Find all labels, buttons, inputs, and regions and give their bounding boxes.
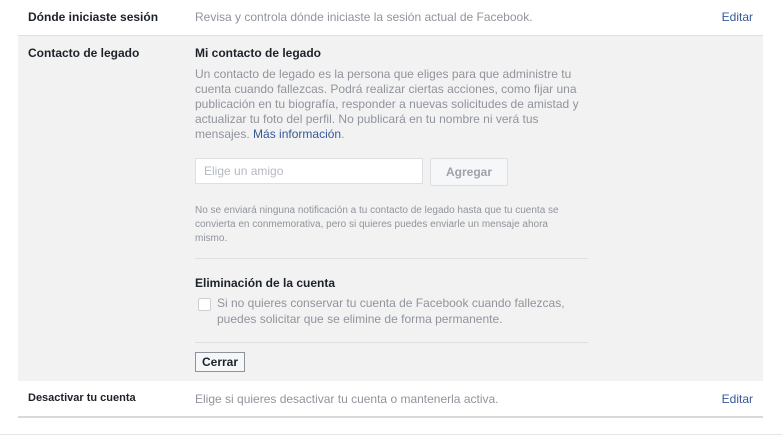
delete-after-death-label: Si no quieres conservar tu cuenta de Fac… bbox=[217, 295, 587, 327]
legacy-notice-line: mismo. bbox=[195, 233, 228, 244]
sessions-edit-link[interactable]: Editar bbox=[722, 10, 753, 24]
sessions-row-description: Revisa y controla dónde iniciaste la ses… bbox=[195, 10, 533, 24]
legacy-contact-description: Un contacto de legado es la persona que … bbox=[195, 67, 595, 142]
legacy-section-label: Contacto de legado bbox=[28, 46, 140, 60]
checkbox-label-line: Si no quieres conservar tu cuenta de Fac… bbox=[217, 296, 565, 310]
legacy-notice-line: No se enviará ninguna notificación a tu … bbox=[195, 205, 559, 216]
legacy-contact-title: Mi contacto de legado bbox=[195, 46, 322, 60]
close-button[interactable]: Cerrar bbox=[195, 352, 246, 372]
section-divider bbox=[195, 342, 588, 343]
deactivate-row-label: Desactivar tu cuenta bbox=[28, 392, 136, 404]
section-divider bbox=[195, 258, 588, 259]
deactivate-edit-link[interactable]: Editar bbox=[722, 392, 753, 406]
legacy-desc-line: cuenta cuando fallezcas. Podrá realizar … bbox=[195, 82, 577, 96]
checkbox-label-line: puedes solicitar que se elimine de forma… bbox=[217, 312, 503, 326]
legacy-desc-line: publicación en tu biografía, responder a… bbox=[195, 97, 579, 111]
legacy-notice-line: convierta en conmemorativa, pero si quie… bbox=[195, 219, 548, 230]
delete-after-death-checkbox[interactable] bbox=[198, 298, 211, 311]
legacy-desc-line: Un contacto de legado es la persona que … bbox=[195, 67, 572, 81]
sessions-row-label: Dónde iniciaste sesión bbox=[28, 10, 159, 24]
account-deletion-title: Eliminación de la cuenta bbox=[195, 276, 336, 290]
choose-friend-input[interactable] bbox=[195, 158, 423, 184]
more-info-link[interactable]: Más información bbox=[253, 127, 341, 141]
legacy-desc-line-text: mensajes. bbox=[195, 127, 250, 141]
settings-row-sessions[interactable]: Dónde iniciaste sesión Revisa y controla… bbox=[18, 0, 763, 36]
more-info-suffix: . bbox=[341, 127, 345, 141]
page-bottom-divider bbox=[0, 434, 782, 435]
legacy-desc-line: actualizar tu foto del perfil. No public… bbox=[195, 112, 539, 126]
settings-row-deactivate[interactable]: Desactivar tu cuenta Elige si quieres de… bbox=[18, 382, 763, 418]
add-legacy-contact-button[interactable]: Agregar bbox=[430, 158, 508, 186]
deactivate-row-description: Elige si quieres desactivar tu cuenta o … bbox=[195, 392, 499, 406]
legacy-contact-panel: Contacto de legado Mi contacto de legado… bbox=[18, 36, 763, 381]
legacy-notice: No se enviará ninguna notificación a tu … bbox=[195, 204, 595, 246]
legacy-desc-line-last: mensajes. Más información. bbox=[195, 127, 595, 142]
